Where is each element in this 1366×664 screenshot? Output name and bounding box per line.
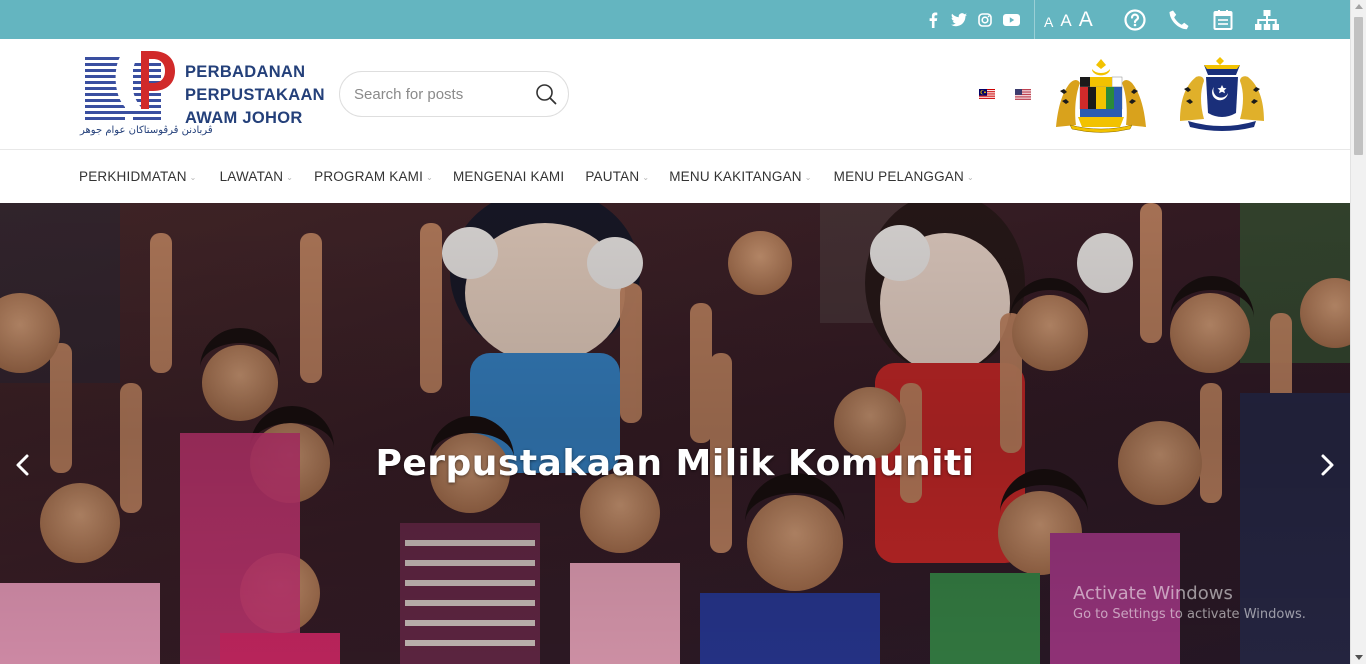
- font-size-medium-button[interactable]: A: [1060, 12, 1071, 29]
- search-icon[interactable]: [535, 83, 557, 105]
- scrollbar-thumb[interactable]: [1354, 17, 1363, 155]
- scroll-up-arrow-icon[interactable]: [1355, 4, 1363, 9]
- page-scrollbar[interactable]: [1350, 0, 1366, 664]
- nav-item-menu-kakitangan[interactable]: MENU KAKITANGAN ⌄: [669, 169, 811, 184]
- search-input[interactable]: [354, 72, 524, 116]
- search-box: [339, 71, 569, 117]
- johor-coat-of-arms-icon: [1180, 57, 1264, 131]
- font-size-large-button[interactable]: A: [1079, 9, 1093, 30]
- calendar-icon[interactable]: [1210, 7, 1236, 33]
- nav-item-label: MENU PELANGGAN: [833, 169, 964, 184]
- nav-item-lawatan[interactable]: LAWATAN ⌄: [220, 169, 294, 184]
- sitemap-icon[interactable]: [1254, 7, 1280, 33]
- chevron-down-icon: ⌄: [426, 172, 433, 182]
- nav-item-label: MENU KAKITANGAN: [669, 169, 802, 184]
- nav-item-label: MENGENAI KAMI: [452, 169, 565, 184]
- logo-jawi-text: ڤربادنن ڤرڤوستاکان عوام جوهر: [80, 125, 213, 136]
- nav-item-perkhidmatan[interactable]: PERKHIDMATAN ⌄: [79, 169, 197, 184]
- main-nav: PERKHIDMATAN ⌄ LAWATAN ⌄ PROGRAM KAMI ⌄ MEN…: [0, 150, 1350, 203]
- slider-next-arrow-icon[interactable]: [1316, 453, 1338, 477]
- font-size-controls: A A A: [1044, 0, 1093, 39]
- top-bar: A A A: [0, 0, 1350, 39]
- phone-icon[interactable]: [1166, 7, 1192, 33]
- main-nav-list: PERKHIDMATAN ⌄ LAWATAN ⌄ PROGRAM KAMI ⌄ MEN…: [79, 150, 974, 203]
- malaysia-coat-of-arms-icon: [1056, 59, 1146, 133]
- hero-caption: Perpustakaan Milik Komuniti: [375, 443, 975, 484]
- library-logo-icon: [85, 51, 175, 120]
- scroll-down-arrow-icon[interactable]: [1355, 655, 1363, 660]
- chevron-down-icon: ⌄: [966, 172, 974, 182]
- chevron-down-icon: ⌄: [286, 172, 294, 182]
- page: A A A PERBADANAN PERPUSTAKAAN AWAM JOHOR…: [0, 0, 1366, 664]
- watermark-subtitle: Go to Settings to activate Windows.: [1073, 607, 1306, 622]
- nav-item-pautan[interactable]: PAUTAN ⌄: [585, 169, 649, 184]
- youtube-icon[interactable]: [1002, 11, 1020, 29]
- instagram-icon[interactable]: [976, 11, 994, 29]
- nav-item-label: PERKHIDMATAN: [79, 169, 187, 184]
- top-bar-divider: [1034, 0, 1035, 39]
- nav-item-menu-pelanggan[interactable]: MENU PELANGGAN ⌄: [834, 169, 974, 184]
- flag-malaysia-icon[interactable]: [979, 89, 995, 100]
- flag-usa-icon[interactable]: [1015, 89, 1031, 100]
- help-icon[interactable]: [1122, 7, 1148, 33]
- nav-item-label: PROGRAM KAMI: [314, 169, 424, 184]
- windows-activation-watermark: Activate Windows Go to Settings to activ…: [1073, 583, 1306, 622]
- facebook-icon[interactable]: [924, 11, 942, 29]
- top-bar-tools: [1122, 0, 1280, 39]
- logo-text-line2: PERPUSTAKAAN: [185, 86, 325, 104]
- slider-prev-arrow-icon[interactable]: [12, 453, 34, 477]
- nav-item-label: LAWATAN: [219, 169, 284, 184]
- site-header: PERBADANAN PERPUSTAKAAN AWAM JOHOR ڤرباد…: [0, 39, 1350, 150]
- nav-item-program-kami[interactable]: PROGRAM KAMI ⌄: [314, 169, 433, 184]
- chevron-down-icon: ⌄: [189, 172, 197, 182]
- logo-text: PERBADANAN PERPUSTAKAAN AWAM JOHOR: [185, 61, 325, 130]
- nav-item-mengenai-kami[interactable]: MENGENAI KAMI: [453, 169, 564, 184]
- nav-item-label: PAUTAN: [585, 169, 640, 184]
- font-size-small-button[interactable]: A: [1044, 15, 1053, 29]
- watermark-title: Activate Windows: [1073, 583, 1233, 604]
- chevron-down-icon: ⌄: [804, 172, 812, 182]
- chevron-down-icon: ⌄: [642, 172, 650, 182]
- social-links: [924, 0, 1020, 39]
- site-logo[interactable]: PERBADANAN PERPUSTAKAAN AWAM JOHOR ڤرباد…: [78, 47, 333, 139]
- logo-text-line1: PERBADANAN: [185, 63, 306, 81]
- twitter-icon[interactable]: [950, 11, 968, 29]
